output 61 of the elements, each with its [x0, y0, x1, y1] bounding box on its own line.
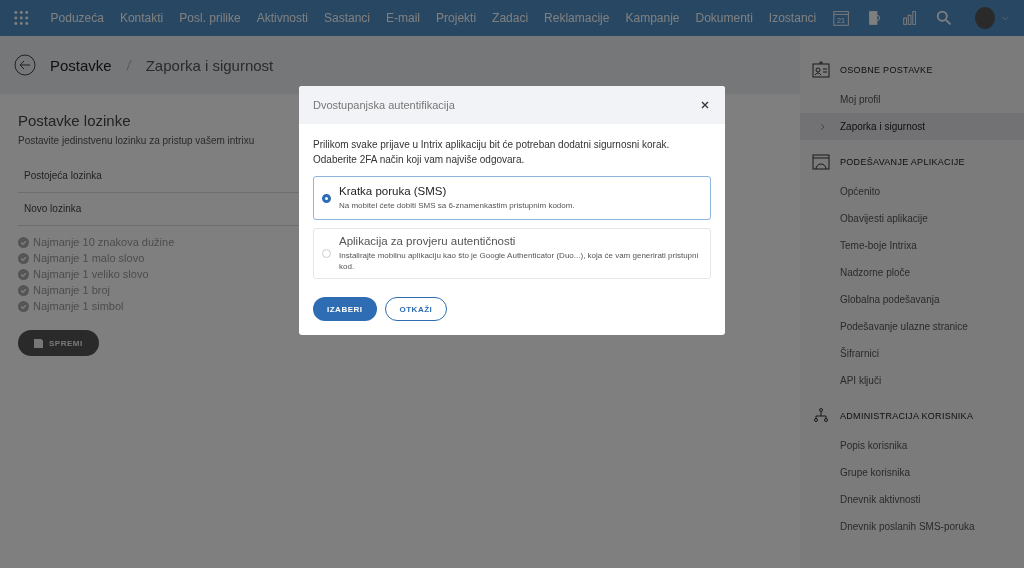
breadcrumb-link[interactable]: Postavke — [50, 56, 112, 74]
nav-link[interactable]: Aktivnosti — [248, 11, 316, 25]
nav-link[interactable]: Poduzeća — [42, 11, 112, 25]
option-card[interactable]: Kratka poruka (SMS) Na mobitel ćete dobiti SMS sa 6-znamenkastim pristupnim kodom. — [313, 176, 711, 220]
nav-link[interactable]: Kampanje — [617, 11, 688, 25]
sidebar-section-title: ADMINISTRACIJA KORISNIKA — [840, 411, 974, 421]
cancel-button[interactable]: OTKAŽI — [384, 297, 448, 321]
check-circle-icon — [18, 284, 29, 296]
save-icon — [34, 338, 43, 348]
bar-chart-icon[interactable] — [900, 8, 919, 28]
sidebar-item[interactable]: Podešavanje ulazne stranice — [800, 313, 1024, 340]
radio-button[interactable] — [322, 193, 331, 203]
section-subtitle: Postavite jedinstvenu lozinku za pristup vašem intrixu — [18, 135, 255, 146]
sidebar-item[interactable]: Općenito — [800, 178, 1024, 205]
nav-link[interactable]: Sastanci — [316, 11, 379, 25]
sidebar-item[interactable]: Dnevnik aktivnosti — [800, 486, 1024, 513]
nav-link[interactable]: Kontakti — [111, 11, 172, 25]
option-card[interactable]: Aplikacija za provjeru autentičnosti Instalirajte mobilnu aplikaciju kao što je Google Authenticator (Duo...), koja će vam generirati pristupni kod. — [313, 228, 711, 279]
app-grid-icon[interactable] — [14, 10, 29, 26]
option-description: Instalirajte mobilnu aplikaciju kao što je Google Authenticator (Duo...), koja će vam generirati pristupni kod. — [339, 250, 700, 272]
sidebar-section-title: PODEŠAVANJE APLIKACIJE — [840, 157, 965, 167]
check-circle-icon — [18, 236, 29, 248]
section-title: Postavke lozinke — [18, 112, 132, 129]
chevron-icon — [820, 122, 826, 131]
nav-link[interactable]: Reklamacije — [536, 11, 618, 25]
avatar[interactable] — [974, 7, 995, 29]
dialog-title: Dvostupanjska autentifikacija — [313, 99, 455, 111]
back-icon[interactable] — [14, 54, 36, 76]
sidebar-item[interactable]: Popis korisnika — [800, 432, 1024, 459]
sidebar-item[interactable]: Dnevnik poslanih SMS-poruka — [800, 513, 1024, 540]
sidebar-item[interactable]: Zaporka i sigurnost — [800, 113, 1024, 140]
hierarchy-icon — [812, 407, 830, 425]
nav-link[interactable]: Izostanci — [760, 11, 825, 25]
sidebar-item[interactable]: Grupe korisnika — [800, 459, 1024, 486]
browser-window-icon — [812, 153, 830, 171]
sidebar-item[interactable]: API ključi — [800, 367, 1024, 394]
sidebar-item[interactable]: Teme-boje Intrixa — [800, 232, 1024, 259]
check-circle-icon — [18, 268, 29, 280]
save-button[interactable]: SPREMI — [18, 330, 99, 356]
breadcrumb-current: Zaporka i sigurnost — [145, 56, 274, 74]
check-circle-icon — [18, 252, 29, 264]
sidebar-item[interactable]: Obavijesti aplikacije — [800, 205, 1024, 232]
nav-link[interactable]: Projekti — [428, 11, 485, 25]
close-icon[interactable] — [699, 99, 711, 111]
breadcrumb-separator-icon — [125, 59, 132, 71]
sidebar-item[interactable]: Šifrarnici — [800, 340, 1024, 367]
choose-button[interactable]: IZABERI — [313, 297, 377, 321]
nav-link[interactable]: Zadaci — [484, 11, 537, 25]
calendar-icon[interactable]: 21 — [832, 8, 851, 28]
calendar-day: 21 — [837, 16, 846, 26]
sidebar-item[interactable]: Nadzorne ploče — [800, 259, 1024, 286]
sidebar-item[interactable]: Globalna podešavanja — [800, 286, 1024, 313]
sidebar-item[interactable]: Moj profil — [800, 86, 1024, 113]
id-card-icon — [812, 61, 830, 79]
nav-link[interactable]: Dokumenti — [687, 11, 761, 25]
check-circle-icon — [18, 300, 29, 312]
search-icon[interactable] — [934, 8, 953, 28]
nav-link[interactable]: Posl. prilike — [171, 11, 249, 25]
option-title: Aplikacija za provjeru autentičnosti — [339, 235, 517, 247]
sidebar-section-title: OSOBNE POSTAVKE — [840, 65, 933, 75]
nav-link[interactable]: E-mail — [378, 11, 429, 25]
